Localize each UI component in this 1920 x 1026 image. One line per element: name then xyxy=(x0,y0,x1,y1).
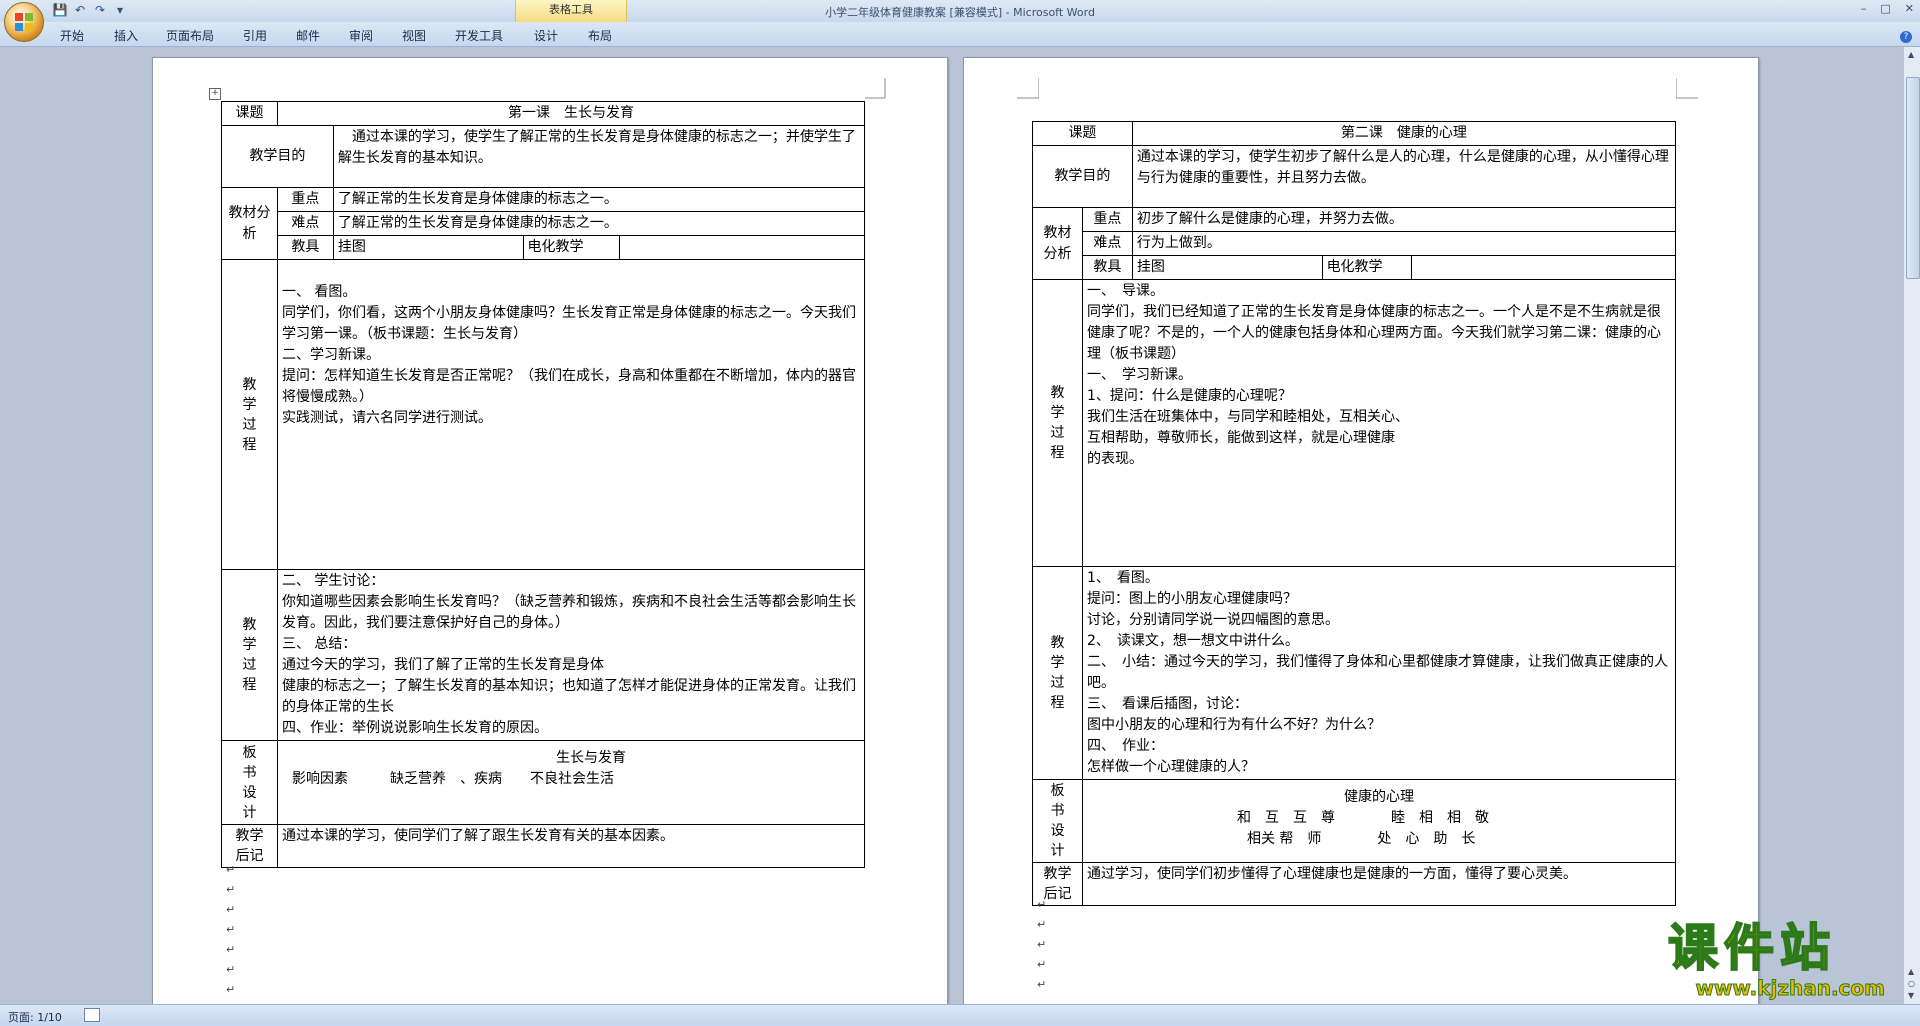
process-label-text-2: 教学过程 xyxy=(242,617,257,693)
page-count[interactable]: 页面: 1/10 xyxy=(8,1009,62,1025)
difficulty-label: 难点 xyxy=(1081,231,1133,256)
minimize-button[interactable]: – xyxy=(1861,2,1867,15)
board-title: 生长与发育 xyxy=(555,750,626,766)
board-title: 健康的心理 xyxy=(1343,789,1414,805)
goal-label: 教学目的 xyxy=(221,125,334,188)
board-design: 健康的心理 和 互 互 尊 睦 相 相 敬 相关 帮 师 处 心 助 长 xyxy=(1081,779,1677,863)
office-logo-icon xyxy=(15,13,33,31)
note-label-text: 教学后记 xyxy=(235,828,264,864)
key-text: 初步了解什么是健康的心理，并努力去做。 xyxy=(1131,207,1677,232)
board-label-text: 板书设计 xyxy=(1050,783,1065,859)
topic-label: 课题 xyxy=(221,101,278,126)
board-line: 影响因素 缺乏营养 、疾病 不良社会生活 xyxy=(291,771,614,787)
next-page-icon[interactable]: ▼ xyxy=(1908,991,1914,1000)
scroll-up-icon[interactable]: ▲ xyxy=(1908,50,1914,59)
tab-page-layout[interactable]: 页面布局 xyxy=(166,27,214,44)
board-label: 板书设计 xyxy=(221,740,278,825)
help-icon[interactable]: ? xyxy=(1900,31,1912,43)
tools-text: 挂图 xyxy=(332,235,524,260)
board-label: 板书设计 xyxy=(1032,779,1083,863)
tools-text: 挂图 xyxy=(1131,255,1323,280)
process-part-2: 二、 学生讨论： 你知道哪些因素会影响生长发育吗？（缺乏营养和锻炼，疾病和不良社… xyxy=(276,569,866,741)
difficulty-label: 难点 xyxy=(276,211,334,236)
proofing-icon[interactable] xyxy=(84,1008,100,1022)
process-label-text-2: 教学过程 xyxy=(1050,635,1065,711)
ribbon-tab-row: 开始 插入 页面布局 引用 邮件 审阅 视图 开发工具 设计 布局 xyxy=(0,22,1920,47)
goal-label: 教学目的 xyxy=(1032,145,1133,208)
browse-object-icon[interactable]: ○ xyxy=(1908,979,1915,988)
office-button[interactable] xyxy=(4,2,44,42)
difficulty-text: 行为上做到。 xyxy=(1131,231,1677,256)
process-label-text: 教学过程 xyxy=(242,376,257,453)
tab-insert[interactable]: 插入 xyxy=(114,27,138,44)
tab-table-layout[interactable]: 布局 xyxy=(588,27,612,44)
key-label: 重点 xyxy=(1081,207,1133,232)
lesson-title: 第一课 生长与发育 xyxy=(276,101,866,126)
tools-label: 教具 xyxy=(276,235,334,260)
process-label: 教学过程 xyxy=(1032,279,1083,567)
tab-table-design[interactable]: 设计 xyxy=(534,27,558,44)
process-part-1: 一、 看图。 同学们，你们看，这两个小朋友身体健康吗？生长发育正常是身体健康的标… xyxy=(276,259,866,570)
status-bar: 页面: 1/10 xyxy=(0,1004,1920,1026)
media-text xyxy=(619,235,865,260)
vertical-scrollbar[interactable]: ▲ ▲ ○ ▼ xyxy=(1903,47,1920,1004)
analysis-label: 教材分析 xyxy=(1032,207,1083,280)
process-label-2: 教学过程 xyxy=(221,569,278,741)
process-part-1: 一、 导课。 同学们，我们已经知道了正常的生长发育是身体健康的标志之一。一个人是… xyxy=(1081,279,1677,567)
difficulty-text: 了解正常的生长发育是身体健康的标志之一。 xyxy=(332,211,866,236)
window-title: 小学二年级体育健康教案 [兼容模式] - Microsoft Word xyxy=(825,6,1095,19)
tab-view[interactable]: 视图 xyxy=(402,27,426,44)
goal-text: 通过本课的学习，使学生了解正常的生长发育是身体健康的标志之一；并使学生了解生长发… xyxy=(332,125,866,188)
crop-mark-icon xyxy=(1017,78,1039,99)
tab-developer[interactable]: 开发工具 xyxy=(455,27,503,44)
watermark-url: www.kjzhan.com xyxy=(1695,976,1886,1001)
process-label-2: 教学过程 xyxy=(1032,566,1083,780)
process-label-text: 教学过程 xyxy=(1050,385,1065,461)
paragraph-marks-2: ↵ ↵ ↵ ↵ ↵ xyxy=(1037,898,1047,991)
board-design: 生长与发育 影响因素 缺乏营养 、疾病 不良社会生活 xyxy=(276,740,866,825)
media-label: 电化教学 xyxy=(1321,255,1413,280)
board-line-2: 相关 帮 师 处 心 助 长 xyxy=(1246,831,1476,847)
tab-home[interactable]: 开始 xyxy=(60,27,84,44)
site-watermark-logo: 课件站 www.kjzhan.com xyxy=(1667,919,1903,1001)
tab-references[interactable]: 引用 xyxy=(243,27,267,44)
lesson-plan-table-1: 课题 第一课 生长与发育 教学目的 通过本课的学习，使学生了解正常的生长发育是身… xyxy=(221,101,866,868)
media-label: 电化教学 xyxy=(522,235,621,260)
media-text xyxy=(1411,255,1676,280)
close-button[interactable]: ✕ xyxy=(1905,2,1914,15)
lesson-title: 第二课 健康的心理 xyxy=(1131,121,1677,146)
window-controls: – □ ✕ xyxy=(1861,2,1914,15)
title-bar: 💾 ↶ ↷ ▾ 表格工具 小学二年级体育健康教案 [兼容模式] - Micros… xyxy=(0,0,1920,22)
crop-mark-icon xyxy=(1676,78,1698,99)
board-line-1: 和 互 互 尊 睦 相 相 敬 xyxy=(1236,810,1489,826)
board-label-text: 板书设计 xyxy=(242,744,257,821)
process-label: 教学过程 xyxy=(221,259,278,570)
crop-mark-icon xyxy=(865,78,886,99)
lesson-plan-table-2: 课题 第二课 健康的心理 教学目的 通过本课的学习，使学生初步了解什么是人的心理… xyxy=(1032,121,1677,906)
note-label-text: 教学后记 xyxy=(1043,866,1072,902)
paragraph-marks-1: ↵ ↵ ↵ ↵ ↵ ↵ ↵ xyxy=(226,863,236,996)
tab-mailings[interactable]: 邮件 xyxy=(296,27,320,44)
key-text: 了解正常的生长发育是身体健康的标志之一。 xyxy=(332,187,866,212)
note-text: 通过学习，使同学们初步懂得了心理健康也是健康的一方面，懂得了要心灵美。 xyxy=(1081,862,1677,906)
watermark-text: 课件站 xyxy=(1667,919,1836,977)
goal-text: 通过本课的学习，使学生初步了解什么是人的心理，什么是健康的心理，从小懂得心理与行… xyxy=(1131,145,1677,208)
scrollbar-thumb[interactable] xyxy=(1906,77,1920,279)
prev-page-icon[interactable]: ▲ xyxy=(1908,967,1914,976)
topic-label: 课题 xyxy=(1032,121,1133,146)
tools-label: 教具 xyxy=(1081,255,1133,280)
tab-review[interactable]: 审阅 xyxy=(349,27,373,44)
process-part-2: 1、 看图。 提问：图上的小朋友心理健康吗？ 讨论，分别请同学说一说四幅图的意思… xyxy=(1081,566,1677,780)
key-label: 重点 xyxy=(276,187,334,212)
analysis-label: 教材分析 xyxy=(221,187,278,260)
note-text: 通过本课的学习，使同学们了解了跟生长发育有关的基本因素。 xyxy=(276,824,866,868)
table-move-handle-icon[interactable]: + xyxy=(209,88,221,100)
maximize-button[interactable]: □ xyxy=(1880,2,1890,15)
